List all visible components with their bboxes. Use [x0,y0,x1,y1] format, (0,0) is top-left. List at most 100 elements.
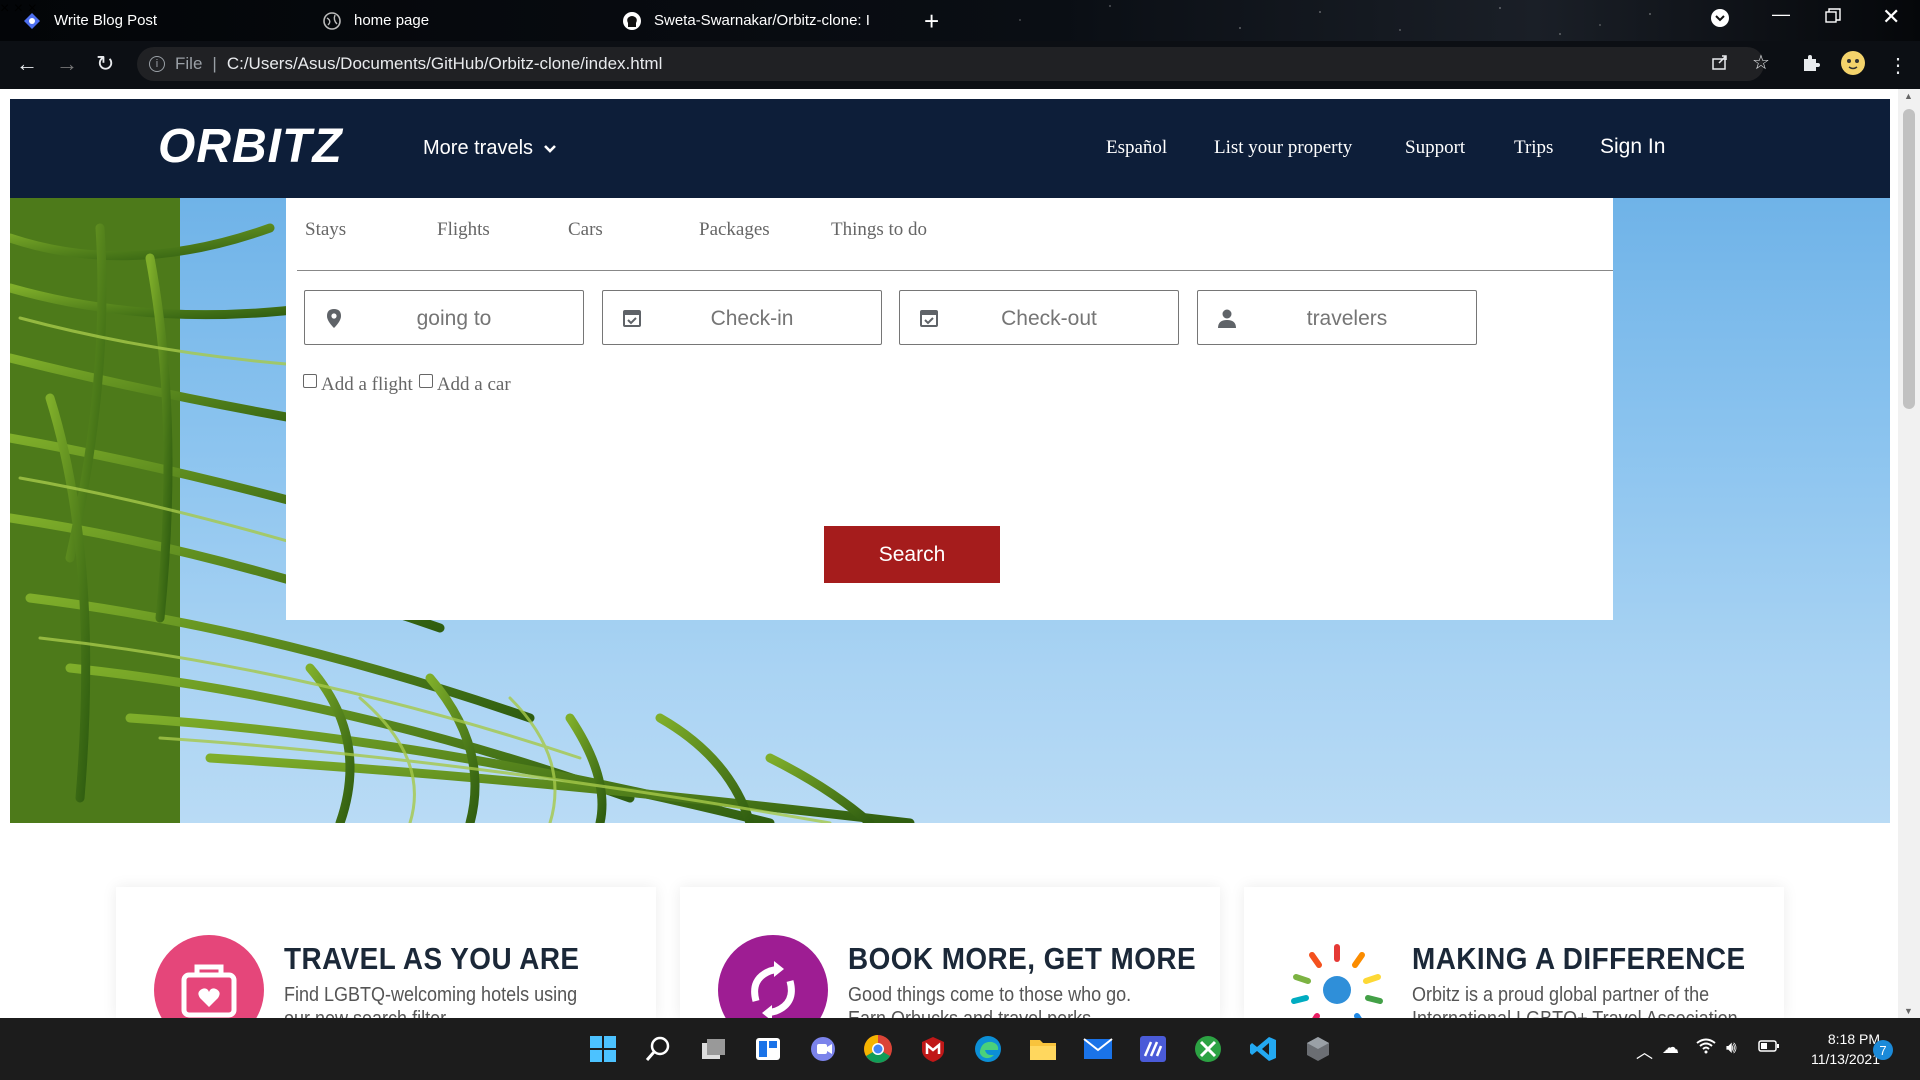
widgets-icon[interactable] [751,1032,785,1066]
tab-packages[interactable]: Packages [699,219,770,241]
tab-home-page[interactable]: home page [322,0,429,41]
github-icon [622,11,642,31]
promo-card-travel-as-you-are[interactable]: TRAVEL AS YOU ARE Find LGBTQ-welcoming h… [116,887,656,1018]
chrome-menu-icon[interactable]: ⋮ [1888,53,1908,78]
promo-desc-line: Earn Orbucks and travel perks [848,1007,1131,1018]
check-in-placeholder: Check-in [710,307,794,330]
promo-desc-line: Find LGBTQ-welcoming hotels using [284,984,578,1006]
svg-text:ORBITZ: ORBITZ [158,120,343,173]
more-travels-menu[interactable]: More travels [423,137,557,160]
site-header: ORBITZ More travels Español List your pr… [10,99,1890,198]
mcafee-icon[interactable] [916,1032,950,1066]
restore-icon[interactable] [1825,8,1841,29]
promo-title: TRAVEL AS YOU ARE [284,941,580,976]
browser-toolbar: ← → ↻ i File | C:/Users/Asus/Documents/G… [0,41,1920,89]
tabs-divider [297,270,1613,271]
unity-cube-icon[interactable] [1301,1032,1335,1066]
promo-card-book-more[interactable]: BOOK MORE, GET MORE Good things come to … [680,887,1220,1018]
promo-description: Find LGBTQ-welcoming hotels using our ne… [284,983,577,1018]
tab-things-to-do[interactable]: Things to do [831,219,927,241]
back-arrow-icon[interactable]: ← [16,51,38,77]
taskbar-clock[interactable]: 8:18 PM 11/13/2021 [1790,1029,1880,1069]
chrome-menu-down-icon[interactable] [1710,8,1730,33]
search-card: Stays Flights Cars Packages Things to do… [286,198,1613,620]
page-scrollbar[interactable]: ▲ ▼ [1898,89,1920,1018]
tab-write-blog-post[interactable]: Write Blog Post [22,0,157,41]
orbitz-logo[interactable]: ORBITZ [158,117,378,177]
promo-title: MAKING A DIFFERENCE [1412,941,1746,976]
reload-icon[interactable]: ↻ [96,51,114,77]
forward-arrow-icon[interactable]: → [56,51,78,77]
address-bar[interactable]: i File | C:/Users/Asus/Documents/GitHub/… [137,47,1764,81]
tab-title: home page [354,12,430,29]
notification-badge[interactable]: 7 [1873,1040,1893,1060]
address-separator: | [212,54,217,73]
xbox-icon[interactable] [1191,1032,1225,1066]
promo-desc-line: our new search filter [284,1007,577,1018]
promo-desc-line: Orbitz is a proud global partner of the [1412,984,1710,1006]
mail-icon[interactable] [1081,1032,1115,1066]
file-explorer-icon[interactable] [1026,1032,1060,1066]
check-out-input[interactable]: Check-out [899,290,1179,345]
clock-date: 11/13/2021 [1810,1051,1880,1067]
nav-list-your-property[interactable]: List your property [1214,137,1352,159]
promo-description: Good things come to those who go. Earn O… [848,983,1131,1018]
promo-desc-line: International LGBTQ+ Travel Association [1412,1007,1738,1018]
nav-support[interactable]: Support [1405,137,1465,159]
onedrive-cloud-icon[interactable]: ☁ [1662,1038,1679,1058]
search-button[interactable]: Search [824,526,1000,583]
new-tab-button[interactable]: + [924,6,939,37]
minimize-icon[interactable]: — [1772,4,1790,25]
travelers-placeholder: travelers [1306,307,1388,330]
vscode-icon[interactable] [1246,1032,1280,1066]
add-car-checkbox[interactable] [418,374,433,388]
sign-in-link[interactable]: Sign In [1600,135,1665,159]
info-icon[interactable]: i [149,56,165,72]
search-icon[interactable] [641,1032,675,1066]
app-m-icon[interactable] [1136,1032,1170,1066]
start-windows-icon[interactable] [586,1032,620,1066]
share-icon[interactable] [1711,53,1729,77]
teams-chat-icon[interactable] [806,1032,840,1066]
add-flight-checkbox[interactable] [303,374,317,388]
wifi-icon[interactable] [1696,1038,1716,1059]
scrollbar-thumb[interactable] [1903,109,1915,409]
scroll-down-arrow-icon[interactable]: ▼ [1904,1006,1913,1016]
travelers-input[interactable]: travelers [1197,290,1477,345]
globe-icon [322,11,342,31]
promo-desc-line: Good things come to those who go. [848,984,1132,1006]
promo-card-making-a-difference[interactable]: MAKING A DIFFERENCE Orbitz is a proud gl… [1244,887,1784,1018]
chevron-down-icon [544,144,556,153]
clock-time: 8:18 PM [1827,1031,1880,1047]
tab-title: Write Blog Post [54,12,158,29]
tab-flights[interactable]: Flights [437,219,490,241]
windows-taskbar: ︿ ☁ 🔊︎ 8:18 PM 11/13/2021 7 [0,1018,1920,1080]
colorful-globe-icon [1282,935,1392,1018]
going-to-placeholder: going to [416,307,492,330]
going-to-input[interactable]: going to [304,290,584,345]
tab-strip-background [0,0,1920,41]
nav-espanol[interactable]: Español [1106,137,1167,159]
page-viewport: ORBITZ More travels Español List your pr… [0,89,1920,1018]
tray-chevron-up-icon[interactable]: ︿ [1636,1038,1653,1063]
profile-avatar[interactable] [1840,50,1866,82]
bookmark-star-icon[interactable]: ☆ [1752,50,1770,75]
check-in-input[interactable]: Check-in [602,290,882,345]
volume-icon[interactable]: 🔊︎ [1726,1038,1737,1058]
extensions-puzzle-icon[interactable] [1801,53,1821,79]
close-window-icon[interactable]: ✕ [1882,4,1900,30]
nav-trips[interactable]: Trips [1514,137,1553,159]
tab-github-repo[interactable]: Sweta-Swarnakar/Orbitz-clone: I [622,0,894,41]
chrome-icon[interactable] [861,1032,895,1066]
tab-stays[interactable]: Stays [305,219,346,241]
add-car-label: Add a car [436,374,511,395]
battery-icon[interactable] [1758,1038,1780,1058]
tab-cars[interactable]: Cars [568,219,603,241]
edge-icon[interactable] [971,1032,1005,1066]
scroll-up-arrow-icon[interactable]: ▲ [1904,91,1913,101]
add-flight-label: Add a flight [321,374,413,395]
task-view-icon[interactable] [696,1032,730,1066]
add-ons: Add a flight Add a car [303,374,511,396]
browser-tab-strip: Write Blog Post × home page × Sweta-Swar… [0,0,1920,41]
url-text: C:/Users/Asus/Documents/GitHub/Orbitz-cl… [226,54,663,73]
